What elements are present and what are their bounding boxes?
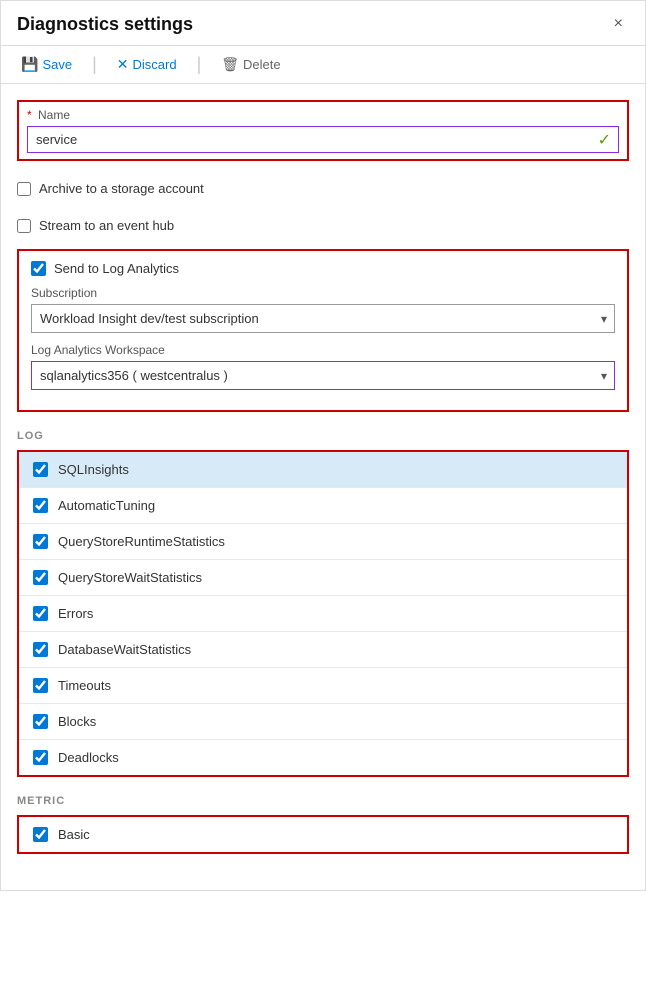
log-checkbox-deadlocks[interactable] [33,750,48,765]
save-button[interactable]: 💾 Save [17,54,76,75]
log-item-automatictuning: AutomaticTuning [19,488,627,524]
archive-checkbox[interactable] [17,182,31,196]
panel-title: Diagnostics settings [17,14,193,35]
workspace-label: Log Analytics Workspace [31,343,615,357]
name-field-label-text: Name [38,108,70,122]
name-input-wrapper: ✓ [27,126,619,153]
log-label-automatictuning: AutomaticTuning [58,498,155,513]
subscription-label: Subscription [31,286,615,300]
save-label: Save [42,57,72,72]
close-button[interactable]: × [608,13,629,35]
name-field-group: * Name ✓ [17,100,629,161]
delete-button[interactable]: 🗑 Delete [217,54,284,75]
name-valid-icon: ✓ [598,130,611,150]
delete-icon: 🗑 [221,56,239,73]
send-log-row: Send to Log Analytics [31,261,615,276]
workspace-dropdown[interactable]: sqlanalytics356 ( westcentralus ) [31,361,615,390]
toolbar-sep2: | [197,54,202,75]
log-label-errors: Errors [58,606,93,621]
subscription-dropdown[interactable]: Workload Insight dev/test subscription [31,304,615,333]
name-label: * Name [27,108,619,122]
log-checkbox-timeouts[interactable] [33,678,48,693]
content-area: * Name ✓ Archive to a storage account St… [1,84,645,890]
log-item-querystoreruntime: QueryStoreRuntimeStatistics [19,524,627,560]
archive-checkbox-row: Archive to a storage account [17,175,629,202]
log-label-dbwaitstats: DatabaseWaitStatistics [58,642,191,657]
log-item-deadlocks: Deadlocks [19,740,627,775]
send-log-checkbox[interactable] [31,261,46,276]
save-icon: 💾 [21,56,38,73]
log-item-timeouts: Timeouts [19,668,627,704]
log-checkbox-querystoreruntime[interactable] [33,534,48,549]
log-section-header: LOG [17,430,629,442]
workspace-dropdown-wrapper: sqlanalytics356 ( westcentralus ) ▾ [31,361,615,390]
diagnostics-panel: Diagnostics settings × 💾 Save | ✕ Discar… [0,0,646,891]
log-label-querystorewait: QueryStoreWaitStatistics [58,570,202,585]
log-checkbox-querystorewait[interactable] [33,570,48,585]
log-checkbox-sqlinsights[interactable] [33,462,48,477]
discard-label: Discard [133,57,177,72]
metric-section-header: METRIC [17,795,629,807]
log-item-blocks: Blocks [19,704,627,740]
log-checkbox-errors[interactable] [33,606,48,621]
toolbar-sep: | [92,54,97,75]
log-item-errors: Errors [19,596,627,632]
log-label-sqlinsights: SQLInsights [58,462,129,477]
toolbar: 💾 Save | ✕ Discard | 🗑 Delete [1,46,645,84]
metric-section-box: Basic [17,815,629,854]
log-analytics-section: Send to Log Analytics Subscription Workl… [17,249,629,412]
stream-checkbox-row: Stream to an event hub [17,212,629,239]
stream-checkbox[interactable] [17,219,31,233]
metric-label-basic: Basic [58,827,90,842]
log-label-querystoreruntime: QueryStoreRuntimeStatistics [58,534,225,549]
log-item-querystorewait: QueryStoreWaitStatistics [19,560,627,596]
delete-label: Delete [243,57,281,72]
log-label-deadlocks: Deadlocks [58,750,119,765]
metric-item-basic: Basic [19,817,627,852]
log-checkbox-blocks[interactable] [33,714,48,729]
metric-checkbox-basic[interactable] [33,827,48,842]
panel-header: Diagnostics settings × [1,1,645,46]
required-star: * [27,108,32,122]
log-label-timeouts: Timeouts [58,678,111,693]
archive-label: Archive to a storage account [39,181,204,196]
subscription-dropdown-wrapper: Workload Insight dev/test subscription ▾ [31,304,615,333]
log-item-sqlinsights: SQLInsights [19,452,627,488]
log-checkbox-dbwaitstats[interactable] [33,642,48,657]
stream-label: Stream to an event hub [39,218,174,233]
log-label-blocks: Blocks [58,714,96,729]
name-input[interactable] [27,126,619,153]
log-checkbox-automatictuning[interactable] [33,498,48,513]
send-log-label: Send to Log Analytics [54,261,179,276]
discard-button[interactable]: ✕ Discard [113,54,181,75]
log-item-dbwaitstats: DatabaseWaitStatistics [19,632,627,668]
log-section-box: SQLInsights AutomaticTuning QueryStoreRu… [17,450,629,777]
discard-icon: ✕ [117,56,129,73]
